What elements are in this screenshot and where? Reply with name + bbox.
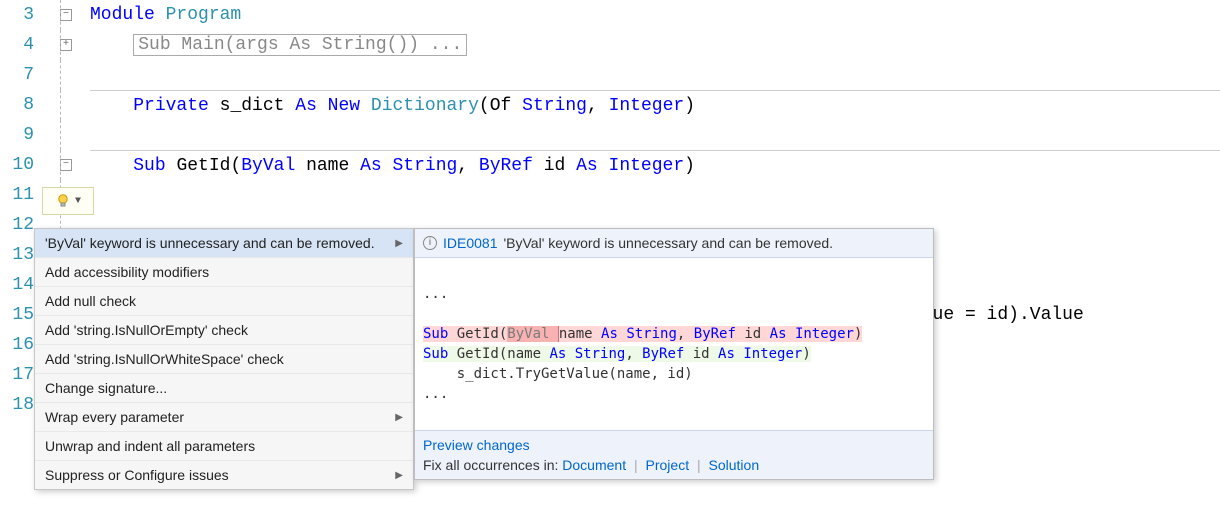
type-name: Program — [166, 5, 242, 25]
type-name: Integer — [609, 96, 685, 116]
menu-item-label: Wrap every parameter — [45, 409, 184, 425]
menu-item-label: Add null check — [45, 293, 136, 309]
menu-item-wrap-params[interactable]: Wrap every parameter ▶ — [35, 403, 413, 432]
line-number: 13 — [0, 240, 34, 270]
line-number: 3 — [0, 0, 34, 30]
menu-item-label: Unwrap and indent all parameters — [45, 438, 255, 454]
preview-changes-link[interactable]: Preview changes — [423, 437, 530, 453]
identifier: s_dict — [220, 96, 296, 116]
line-number: 8 — [0, 90, 34, 120]
lightbulb-button[interactable]: ▼ — [42, 187, 94, 215]
menu-item-null-check[interactable]: Add null check — [35, 287, 413, 316]
fix-project-link[interactable]: Project — [646, 457, 690, 473]
chevron-right-icon: ▶ — [395, 470, 403, 481]
chevron-down-icon: ▼ — [75, 196, 81, 207]
info-icon: i — [423, 236, 437, 250]
line-number: 9 — [0, 120, 34, 150]
menu-item-change-signature[interactable]: Change signature... — [35, 374, 413, 403]
line-number: 15 — [0, 300, 34, 330]
menu-item-label: Suppress or Configure issues — [45, 467, 229, 483]
fix-document-link[interactable]: Document — [562, 457, 626, 473]
keyword: Module — [90, 5, 166, 25]
chevron-right-icon: ▶ — [395, 238, 403, 249]
type-name: String — [522, 96, 587, 116]
menu-item-accessibility[interactable]: Add accessibility modifiers — [35, 258, 413, 287]
chevron-right-icon: ▶ — [395, 412, 403, 423]
menu-item-label: Change signature... — [45, 380, 167, 396]
diagnostic-id[interactable]: IDE0081 — [443, 235, 497, 251]
menu-item-isnullorwhitespace[interactable]: Add 'string.IsNullOrWhiteSpace' check — [35, 345, 413, 374]
type-name: Dictionary — [371, 96, 479, 116]
collapsed-region[interactable]: Sub Main(args As String()) ... — [133, 34, 467, 56]
menu-item-label: Add accessibility modifiers — [45, 264, 209, 280]
line-number: 12 — [0, 210, 34, 240]
line-number: 18 — [0, 390, 34, 420]
menu-item-isnullorempty[interactable]: Add 'string.IsNullOrEmpty' check — [35, 316, 413, 345]
fix-preview-panel: i IDE0081 'ByVal' keyword is unnecessary… — [414, 228, 934, 480]
keyword: As New — [295, 96, 371, 116]
line-number: 17 — [0, 360, 34, 390]
menu-item-suppress[interactable]: Suppress or Configure issues ▶ — [35, 461, 413, 489]
menu-item-label: 'ByVal' keyword is unnecessary and can b… — [45, 235, 375, 251]
keyword: Private — [133, 96, 219, 116]
removed-token: ByVal — [507, 326, 559, 342]
fold-collapse-icon[interactable]: − — [60, 159, 72, 171]
line-number: 11 — [0, 180, 34, 210]
preview-header: i IDE0081 'ByVal' keyword is unnecessary… — [415, 229, 933, 258]
diagnostic-message: 'ByVal' keyword is unnecessary and can b… — [503, 235, 833, 251]
keyword: Sub — [133, 156, 176, 176]
fix-solution-link[interactable]: Solution — [709, 457, 760, 473]
preview-footer: Preview changes Fix all occurrences in: … — [415, 430, 933, 479]
menu-item-remove-byval[interactable]: 'ByVal' keyword is unnecessary and can b… — [35, 229, 413, 258]
menu-item-label: Add 'string.IsNullOrEmpty' check — [45, 322, 248, 338]
keyword: ByVal — [241, 156, 306, 176]
line-number: 14 — [0, 270, 34, 300]
diff-preview: ... Sub GetId(ByVal name As String, ByRe… — [415, 258, 933, 430]
fold-collapse-icon[interactable]: − — [60, 9, 72, 21]
quick-actions-menu: 'ByVal' keyword is unnecessary and can b… — [34, 228, 414, 490]
identifier: GetId( — [176, 156, 241, 176]
line-number: 10 — [0, 150, 34, 180]
line-number: 7 — [0, 60, 34, 90]
menu-item-unwrap-params[interactable]: Unwrap and indent all parameters — [35, 432, 413, 461]
fix-all-label: Fix all occurrences in: — [423, 457, 562, 473]
line-number: 16 — [0, 330, 34, 360]
menu-item-label: Add 'string.IsNullOrWhiteSpace' check — [45, 351, 284, 367]
lightbulb-icon — [55, 193, 71, 209]
line-number: 4 — [0, 30, 34, 60]
fold-expand-icon[interactable]: + — [60, 39, 72, 51]
